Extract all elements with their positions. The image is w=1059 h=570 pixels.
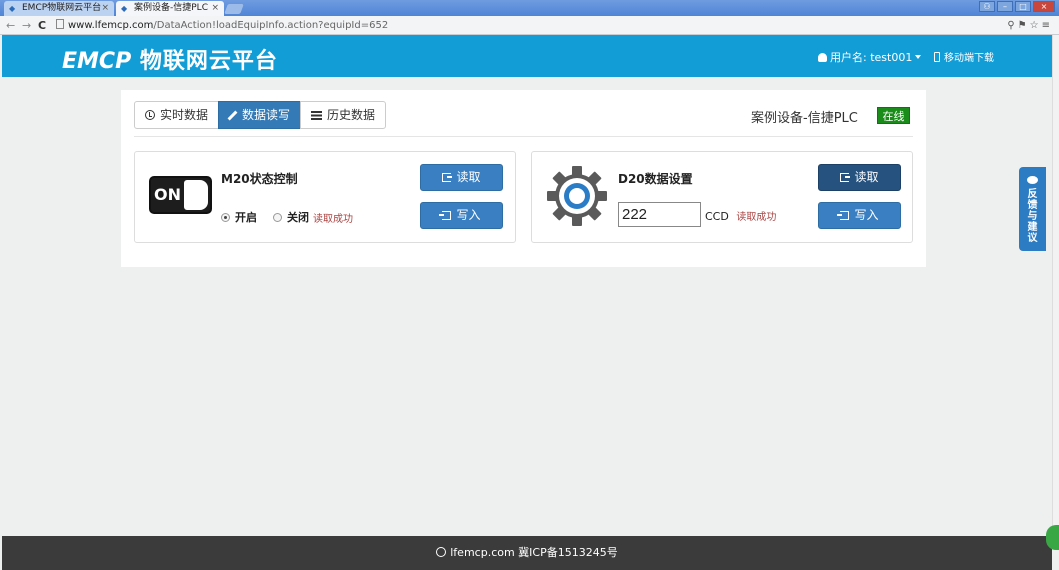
d20-setting-card: D20数据设置 222 CCD 读取成功 读取 写入 xyxy=(531,151,913,243)
user-menu[interactable]: 用户名: test001 xyxy=(818,49,922,65)
m20-read-button[interactable]: 读取 xyxy=(420,164,503,191)
sign-out-icon xyxy=(442,173,453,182)
minimize-icon[interactable]: – xyxy=(997,1,1013,12)
gear-icon xyxy=(544,163,610,229)
browser-tab-active[interactable]: ◆ 案例设备-信捷PLC × xyxy=(116,1,224,16)
pin-icon[interactable]: ⚑ xyxy=(1018,20,1030,31)
zoom-icon[interactable]: ⚲ xyxy=(1007,20,1017,31)
d20-unit-row: CCD 读取成功 xyxy=(705,208,776,223)
browser-tab-title: 案例设备-信捷PLC xyxy=(134,3,208,13)
list-icon xyxy=(311,110,323,120)
user-switch-icon[interactable]: ⚇ xyxy=(979,1,995,12)
write-label: 写入 xyxy=(854,208,879,222)
m20-radio-group: 开启 关闭 读取成功 xyxy=(221,209,353,225)
site-favicon-icon: ◆ xyxy=(121,4,128,13)
tab-label: 数据读写 xyxy=(242,108,291,122)
window-controls: ⚇ – □ × xyxy=(979,1,1055,12)
browser-tabstrip: ◆ EMCP物联网云平台 × ◆ 案例设备-信捷PLC × ⚇ – □ × xyxy=(0,0,1059,16)
m20-card-title: M20状态控制 xyxy=(221,172,298,186)
new-tab-button[interactable] xyxy=(224,4,244,14)
sign-in-icon xyxy=(837,211,850,220)
m20-control-card: ON M20状态控制 开启 关闭 读取成功 读取 写入 xyxy=(134,151,516,243)
on-toggle-switch[interactable]: ON xyxy=(149,176,212,214)
write-label: 写入 xyxy=(456,208,481,222)
url-path: /DataAction!loadEquipInfo.action?equipId… xyxy=(153,20,389,31)
radio-on[interactable] xyxy=(221,212,230,222)
url-host: www.lfemcp.com xyxy=(68,20,154,31)
mobile-download-link[interactable]: 移动端下载 xyxy=(934,49,994,64)
read-label: 读取 xyxy=(854,170,879,184)
logo-text: 物联网云平台 xyxy=(139,49,278,74)
online-status-badge: 在线 xyxy=(877,107,910,124)
d20-status-message: 读取成功 xyxy=(736,212,777,223)
feedback-button[interactable]: 反馈与建议 xyxy=(1019,167,1046,251)
tab-data-read-write[interactable]: 数据读写 xyxy=(218,101,302,129)
sign-out-icon xyxy=(840,173,851,182)
site-favicon-icon: ◆ xyxy=(9,4,16,13)
tab-realtime-data[interactable]: 实时数据 xyxy=(134,101,220,129)
copyright-icon xyxy=(436,547,447,557)
view-tabs: 实时数据 数据读写 历史数据 xyxy=(134,101,387,129)
user-label: 用户名: test001 xyxy=(830,51,913,64)
browser-tab[interactable]: ◆ EMCP物联网云平台 × xyxy=(4,1,114,16)
feedback-label: 反馈与建议 xyxy=(1027,189,1038,244)
device-title: 案例设备-信捷PLC xyxy=(751,111,858,126)
d20-write-button[interactable]: 写入 xyxy=(818,202,901,229)
tab-close-icon[interactable]: × xyxy=(211,1,219,16)
radio-off-label: 关闭 xyxy=(287,211,309,224)
caret-down-icon xyxy=(915,55,922,59)
forward-arrow-icon[interactable]: → xyxy=(22,18,31,33)
d20-card-title: D20数据设置 xyxy=(618,172,693,186)
chat-widget-icon[interactable] xyxy=(1046,525,1059,550)
sign-in-icon xyxy=(439,211,452,220)
m20-status-message: 读取成功 xyxy=(313,213,353,225)
mobile-phone-icon xyxy=(934,52,940,62)
toggle-text: ON xyxy=(154,185,181,204)
logo-mark: EMCP xyxy=(62,49,132,74)
radio-on-label: 开启 xyxy=(235,211,257,224)
user-icon xyxy=(818,53,827,62)
m20-write-button[interactable]: 写入 xyxy=(420,202,503,229)
d20-read-button[interactable]: 读取 xyxy=(818,164,901,191)
tab-close-icon[interactable]: × xyxy=(101,1,109,16)
bookmark-star-icon[interactable]: ☆ xyxy=(1030,20,1042,31)
site-footer: lfemcp.com 冀ICP备1513245号 xyxy=(2,536,1052,570)
site-logo[interactable]: EMCP 物联网云平台 xyxy=(62,43,278,75)
page-scrollbar[interactable] xyxy=(1052,35,1059,536)
page-icon xyxy=(56,19,64,29)
browser-actions: ⚲⚑☆≡ xyxy=(1007,18,1053,33)
tab-label: 历史数据 xyxy=(327,108,376,122)
back-arrow-icon[interactable]: ← xyxy=(6,18,15,33)
browser-toolbar: ← → C www.lfemcp.com/DataAction!loadEqui… xyxy=(0,16,1059,35)
divider xyxy=(134,136,913,137)
tab-history-data[interactable]: 历史数据 xyxy=(300,101,387,129)
equipment-panel: 实时数据 数据读写 历史数据 案例设备-信捷PLC 在线 ON M20状态控制 … xyxy=(121,90,926,267)
window-close-icon[interactable]: × xyxy=(1033,1,1055,12)
site-header: EMCP 物联网云平台 用户名: test001 移动端下载 xyxy=(2,35,1052,77)
chat-bubble-icon xyxy=(1027,176,1038,184)
reload-icon[interactable]: C xyxy=(38,18,46,33)
restore-icon[interactable]: □ xyxy=(1015,1,1031,12)
read-label: 读取 xyxy=(456,170,481,184)
clock-icon xyxy=(145,110,155,120)
toggle-knob xyxy=(184,180,208,210)
address-bar[interactable]: www.lfemcp.com/DataAction!loadEquipInfo.… xyxy=(56,18,1016,33)
d20-value-input[interactable]: 222 xyxy=(618,202,701,227)
radio-off[interactable] xyxy=(273,212,282,222)
d20-unit: CCD xyxy=(705,210,729,223)
browser-tab-title: EMCP物联网云平台 xyxy=(22,3,102,13)
pencil-icon xyxy=(227,110,238,120)
footer-text: lfemcp.com 冀ICP备1513245号 xyxy=(450,546,618,559)
menu-icon[interactable]: ≡ xyxy=(1042,20,1053,31)
mobile-download-label: 移动端下载 xyxy=(944,53,994,64)
tab-label: 实时数据 xyxy=(160,108,209,122)
